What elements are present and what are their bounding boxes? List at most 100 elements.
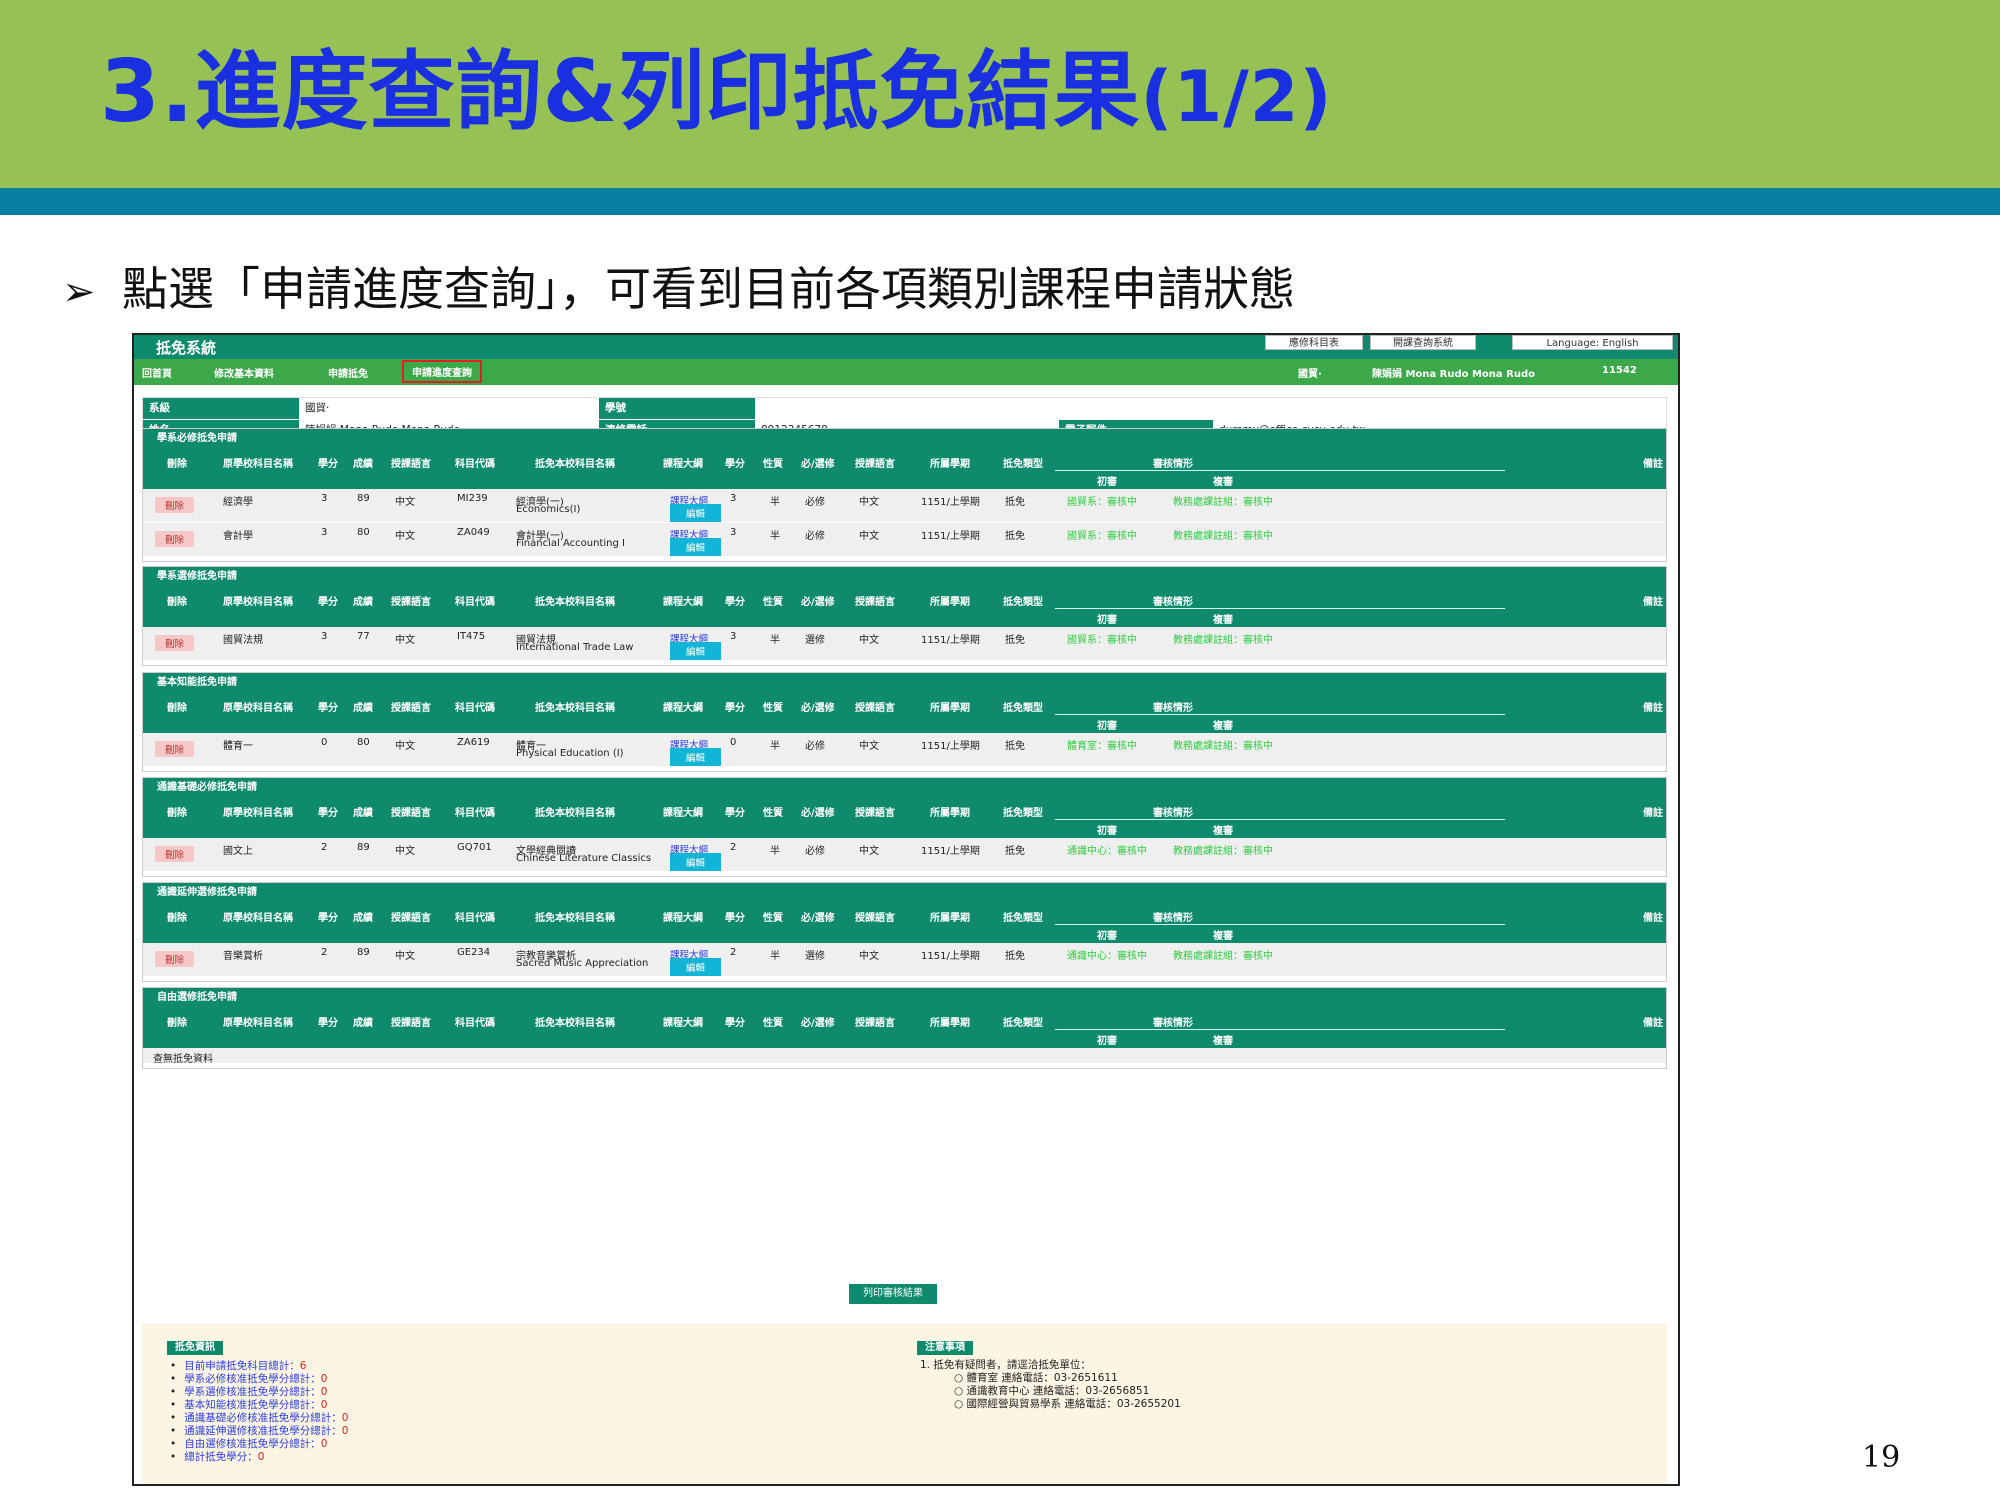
- nature: 半: [770, 951, 780, 962]
- table-row: 刪除 體育一 0 80 中文 ZA619 體育一 Physical Education (I)…: [143, 733, 1666, 767]
- delete-button[interactable]: 刪除: [155, 531, 195, 547]
- required-elective: 必修: [805, 531, 825, 542]
- summary-label: 通識基礎必修核准抵免學分總計：: [184, 1412, 342, 1424]
- column-header: 性質: [763, 913, 783, 924]
- slide-title-suffix: (1/2): [1140, 56, 1333, 138]
- nav-apply[interactable]: 申請抵免: [328, 365, 368, 380]
- credit-2: 2: [730, 947, 737, 958]
- first-review-status: 體育室：審核中: [1067, 741, 1137, 752]
- second-review-status: 教務處課註組：審核中: [1173, 497, 1273, 508]
- column-header: 性質: [763, 597, 783, 608]
- summary-label: 學系選修核准抵免學分總計：: [184, 1386, 321, 1398]
- summary-label: 目前申請抵免科目總計：: [184, 1360, 300, 1372]
- column-header: 成績: [353, 459, 373, 470]
- term: 1151/上學期: [921, 951, 980, 962]
- summary-value: 0: [341, 1412, 349, 1424]
- table-row: 刪除 會計學 3 80 中文 ZA049 會計學(一) Financial Accountin…: [143, 523, 1666, 557]
- nav-progress-query[interactable]: 申請進度查詢: [402, 360, 482, 383]
- nav-home[interactable]: 回首頁: [142, 365, 172, 380]
- course-search-button[interactable]: 開課查詢系統: [1370, 335, 1476, 350]
- summary-list: 目前申請抵免科目總計：6學系必修核准抵免學分總計：0學系選修核准抵免學分總計：0…: [170, 1360, 348, 1464]
- contact-list: ○ 體育室 連絡電話：03-2651611 ○ 通識教育中心 連絡電話：03-26…: [920, 1372, 1181, 1410]
- empty-row: 查無抵免資料: [143, 1048, 1666, 1065]
- column-header: 成績: [353, 597, 373, 608]
- column-header: 抵免類型: [1003, 808, 1043, 819]
- summary-value: 0: [320, 1399, 328, 1411]
- column-subheader: 初審: [1097, 1036, 1117, 1047]
- credit: 3: [321, 527, 328, 538]
- section-2: 基本知能抵免申請 刪除 原學校科目名稱 學分 成績 授課語言 科目代碼 抵免本校科目名稱 課程大…: [142, 672, 1667, 772]
- title-band: 3.進度查詢&列印抵免結果(1/2): [0, 0, 2000, 188]
- summary-label: 總計抵免學分：: [184, 1451, 258, 1463]
- nav-edit-profile[interactable]: 修改基本資料: [214, 365, 274, 380]
- course-name-en: Economics(I): [516, 504, 581, 515]
- orig-course-name: 會計學: [223, 531, 253, 542]
- summary-value: 0: [257, 1451, 265, 1463]
- column-subheader: 複審: [1213, 477, 1233, 488]
- summary-item: 總計抵免學分：0: [170, 1451, 348, 1464]
- language-2: 中文: [859, 846, 879, 857]
- credit: 3: [321, 493, 328, 504]
- score: 89: [357, 947, 370, 958]
- score: 89: [357, 493, 370, 504]
- column-header: 學分: [725, 597, 745, 608]
- term: 1151/上學期: [921, 741, 980, 752]
- column-header: 原學校科目名稱: [223, 808, 293, 819]
- contact-text: 國際經營與貿易學系 連絡電話：03-2655201: [966, 1398, 1181, 1410]
- print-result-button[interactable]: 列印審核結果: [849, 1284, 937, 1304]
- column-header: 學分: [725, 459, 745, 470]
- column-header: 成績: [353, 703, 373, 714]
- column-header: 刪除: [167, 703, 187, 714]
- delete-button[interactable]: 刪除: [155, 741, 195, 757]
- edit-button[interactable]: 編輯: [670, 538, 722, 556]
- contact-text: 體育室 連絡電話：03-2651611: [966, 1372, 1118, 1384]
- bullet-point: ➢ 點選「申請進度查詢」，可看到目前各項類別課程申請狀態: [62, 260, 1295, 321]
- edit-button[interactable]: 編輯: [670, 642, 722, 660]
- column-header: 抵免類型: [1003, 459, 1043, 470]
- delete-button[interactable]: 刪除: [155, 635, 195, 651]
- delete-button[interactable]: 刪除: [155, 497, 195, 513]
- column-header: 所屬學期: [930, 808, 970, 819]
- bullet-text: 點選「申請進度查詢」，可看到目前各項類別課程申請狀態: [122, 262, 1295, 316]
- column-header: 抵免類型: [1003, 913, 1043, 924]
- table-row: 刪除 經濟學 3 89 中文 MI239 經濟學(一) Economics(I) 課程大綱 編輯 3…: [143, 489, 1666, 523]
- column-header: 學分: [318, 913, 338, 924]
- delete-button[interactable]: 刪除: [155, 846, 195, 862]
- arrow-bullet-icon: ➢: [62, 269, 96, 315]
- summary-label: 通識延伸選修核准抵免學分總計：: [184, 1425, 342, 1437]
- language-button[interactable]: Language: English: [1512, 335, 1673, 350]
- orig-course-name: 國文上: [223, 846, 253, 857]
- edit-button[interactable]: 編輯: [670, 853, 722, 871]
- first-review-status: 通識中心：審核中: [1067, 951, 1147, 962]
- delete-button[interactable]: 刪除: [155, 951, 195, 967]
- course-code: IT475: [457, 631, 486, 642]
- summary-item: 通識延伸選修核准抵免學分總計：0: [170, 1425, 348, 1438]
- term: 1151/上學期: [921, 846, 980, 857]
- nature: 半: [770, 741, 780, 752]
- column-header: 學分: [318, 1018, 338, 1029]
- table-row: 刪除 國貿法規 3 77 中文 IT475 國貿法規 International Trade …: [143, 627, 1666, 661]
- required-elective: 必修: [805, 846, 825, 857]
- column-header: 備註: [1643, 597, 1663, 608]
- title-underline-band: [0, 188, 2000, 215]
- language-2: 中文: [859, 497, 879, 508]
- dept-label: 系級: [143, 398, 299, 419]
- edit-button[interactable]: 編輯: [670, 504, 722, 522]
- edit-button[interactable]: 編輯: [670, 958, 722, 976]
- column-header: 抵免本校科目名稱: [535, 703, 615, 714]
- term: 1151/上學期: [921, 635, 980, 646]
- user-name: 陳娟娟 Mona Rudo Mona Rudo: [1372, 369, 1535, 380]
- column-header: 備註: [1643, 703, 1663, 714]
- credit: 3: [321, 631, 328, 642]
- column-header: 所屬學期: [930, 1018, 970, 1029]
- edit-button[interactable]: 編輯: [670, 748, 722, 766]
- column-header-row: 刪除 原學校科目名稱 學分 成績 授課語言 科目代碼 抵免本校科目名稱 課程大綱 學分 性質 必/選…: [143, 449, 1666, 489]
- circle-bullet-icon: ○: [954, 1372, 967, 1384]
- summary-item: 通識基礎必修核准抵免學分總計：0: [170, 1412, 348, 1425]
- required-courses-button[interactable]: 應修科目表: [1265, 335, 1363, 350]
- column-subheader: 複審: [1213, 1036, 1233, 1047]
- credit-type: 抵免: [1005, 741, 1025, 752]
- column-header: 授課語言: [391, 1018, 431, 1029]
- column-subheader: 複審: [1213, 826, 1233, 837]
- column-header: 科目代碼: [455, 1018, 495, 1029]
